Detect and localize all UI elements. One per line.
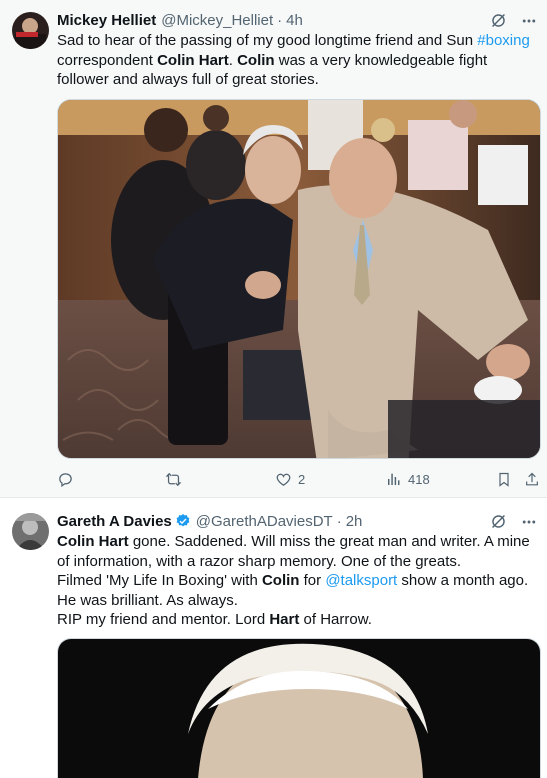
bookmark-button[interactable] (496, 466, 512, 492)
separator-dot: · (277, 11, 283, 29)
text-line: RIP my friend and mentor. Lord Hart of H… (57, 610, 535, 630)
text-part: gone. Saddened. Will miss the great man … (57, 533, 530, 570)
text-part: . (228, 51, 238, 69)
tweet-mickey-helliet[interactable]: Mickey Helliet @Mickey_Helliet · 4h Sad … (0, 0, 547, 497)
text-bold: Colin Hart (57, 533, 129, 550)
reply-icon (59, 472, 72, 487)
tweet-photo[interactable] (57, 638, 541, 778)
share-button[interactable] (524, 466, 540, 492)
text-bold: Colin (261, 572, 300, 589)
text-part: of Harrow. (299, 611, 372, 628)
more-options-icon[interactable] (521, 13, 537, 29)
text-line: Filmed 'My Life In Boxing' with Colin fo… (57, 571, 535, 610)
heart-icon (276, 473, 291, 486)
like-count: 2 (298, 471, 306, 487)
author-handle[interactable]: @GarethADaviesDT (196, 513, 333, 530)
view-count: 418 (408, 471, 430, 487)
verified-badge-icon[interactable] (175, 513, 191, 529)
retweet-button[interactable] (164, 466, 183, 492)
timestamp[interactable]: 2h (346, 513, 363, 530)
tweet-top-icons (490, 513, 537, 530)
text-bold: Hart (269, 611, 300, 628)
tweet-top-icons (490, 12, 537, 29)
more-options-icon[interactable] (521, 514, 537, 530)
text-line: Colin Hart gone. Saddened. Will miss the… (57, 532, 535, 571)
reply-button[interactable] (57, 466, 74, 492)
views-button[interactable]: 418 (386, 466, 430, 492)
like-button[interactable]: 2 (275, 466, 305, 492)
tweet-photo[interactable] (57, 99, 541, 459)
retweet-icon (165, 472, 182, 486)
share-icon (526, 472, 538, 485)
tweet-text: Colin Hart gone. Saddened. Will miss the… (57, 532, 535, 630)
timestamp[interactable]: 4h (286, 12, 303, 29)
text-part: Sad to hear of the passing of my good lo… (57, 32, 478, 49)
grok-icon[interactable] (490, 12, 507, 29)
avatar[interactable] (12, 513, 49, 550)
tweet-gareth-a-davies[interactable]: Gareth A Davies @GarethADaviesDT · 2h Co… (0, 498, 547, 778)
grok-icon[interactable] (490, 513, 507, 530)
text-bold: Colin Hart (157, 51, 229, 69)
author-name[interactable]: Mickey Helliet (57, 12, 156, 29)
author-handle[interactable]: @Mickey_Helliet (161, 12, 273, 29)
separator-dot: · (336, 512, 342, 530)
text-bold: Colin (237, 51, 275, 69)
bookmark-icon (499, 472, 509, 487)
tweet-text: Sad to hear of the passing of my good lo… (57, 31, 535, 90)
text-part: for (299, 572, 326, 589)
tweet-actions: 2 418 (57, 466, 541, 492)
author-name[interactable]: Gareth A Davies (57, 513, 172, 530)
hashtag-link[interactable]: #boxing (477, 32, 530, 49)
views-icon (388, 473, 400, 485)
tweet-header: Gareth A Davies @GarethADaviesDT · 2h (57, 511, 362, 531)
mention-link[interactable]: @talksport (325, 572, 397, 589)
text-part: correspondent (57, 51, 158, 69)
text-part: Filmed 'My Life In Boxing' with (57, 572, 262, 589)
tweet-header: Mickey Helliet @Mickey_Helliet · 4h (57, 10, 303, 30)
avatar[interactable] (12, 12, 49, 49)
text-part: RIP my friend and mentor. Lord (57, 611, 270, 628)
